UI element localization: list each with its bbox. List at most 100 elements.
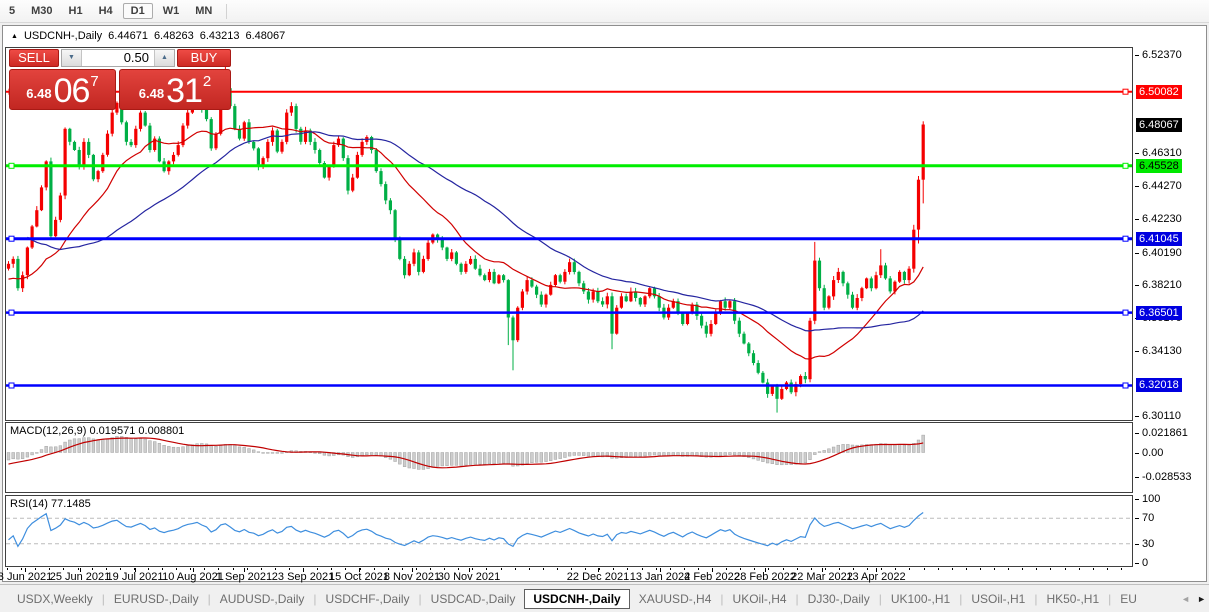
collapse-triangle-icon[interactable]: ▲ (11, 31, 18, 42)
buy-price-box[interactable]: 6.48 31 2 (119, 69, 231, 110)
date-minor-tick (261, 568, 262, 570)
date-minor-tick (162, 568, 163, 570)
date-label: 4 Feb 2022 (684, 571, 740, 583)
rsi-pane: RSI(14) 77.1485 (5, 495, 1133, 567)
date-minor-tick (684, 568, 685, 570)
macd-axis-tick: 0.00 (1135, 446, 1163, 460)
macd-axis-tick: -0.028533 (1135, 470, 1192, 484)
date-minor-tick (1036, 568, 1037, 570)
date-minor-tick (895, 568, 896, 570)
ohlc-close: 6.48067 (245, 30, 285, 42)
date-minor-tick (1065, 568, 1066, 570)
tab-dj30-daily[interactable]: DJ30-,Daily (799, 589, 879, 609)
date-minor-tick (768, 568, 769, 570)
price-chart-pane[interactable]: SELL ▼ 0.50 ▲ BUY 6.48 06 7 6.48 31 2 (5, 47, 1133, 421)
ohlc-low: 6.43213 (200, 30, 240, 42)
tab-uk100-h1[interactable]: UK100-,H1 (882, 589, 959, 609)
date-label: 3 Jun 2021 (0, 571, 52, 583)
date-label: 10 Aug 2021 (162, 571, 224, 583)
date-minor-tick (825, 568, 826, 570)
date-label: 8 Nov 2021 (384, 571, 440, 583)
date-minor-tick (515, 568, 516, 570)
date-minor-tick (247, 568, 248, 570)
tab-ukoil-h4[interactable]: UKOil-,H4 (724, 589, 796, 609)
price-tick: 6.44270 (1135, 179, 1182, 193)
price-tick: 6.34130 (1135, 344, 1182, 358)
date-label: 13 Jan 2022 (630, 571, 691, 583)
volume-decrease-icon[interactable]: ▼ (62, 50, 82, 66)
tab-usdchf-daily[interactable]: USDCHF-,Daily (317, 589, 419, 609)
date-minor-tick (881, 568, 882, 570)
date-minor-tick (148, 568, 149, 570)
date-minor-tick (670, 568, 671, 570)
sell-button[interactable]: SELL (9, 49, 59, 67)
tabs-next-icon[interactable]: ► (1197, 594, 1206, 604)
date-minor-tick (331, 568, 332, 570)
price-badge: 6.36501 (1136, 306, 1182, 320)
date-label: 22 Dec 2021 (567, 571, 629, 583)
tab-hk50-h1[interactable]: HK50-,H1 (1037, 589, 1108, 609)
rsi-axis-tick: 100 (1135, 492, 1160, 506)
date-minor-tick (585, 568, 586, 570)
date-minor-tick (7, 568, 8, 570)
date-minor-tick (1050, 568, 1051, 570)
date-minor-tick (176, 568, 177, 570)
toolbar-separator (226, 4, 227, 19)
volume-increase-icon[interactable]: ▲ (154, 50, 174, 66)
date-minor-tick (994, 568, 995, 570)
date-minor-tick (1079, 568, 1080, 570)
tab-usoil-h1[interactable]: USOil-,H1 (962, 589, 1034, 609)
timeframe-M30[interactable]: M30 (23, 3, 60, 19)
chart-header: ▲ USDCNH-,Daily 6.44671 6.48263 6.43213 … (11, 30, 285, 42)
buy-price-pip: 2 (203, 73, 211, 90)
price-scale: 6.523706.463106.442706.422306.401906.382… (1135, 47, 1207, 583)
date-minor-tick (486, 568, 487, 570)
date-minor-tick (374, 568, 375, 570)
tab-scroll-arrows: ◄ ► (1181, 585, 1206, 612)
tab-usdx-weekly[interactable]: USDX,Weekly (8, 589, 102, 609)
date-minor-tick (613, 568, 614, 570)
date-minor-tick (557, 568, 558, 570)
date-minor-tick (909, 568, 910, 570)
date-minor-tick (529, 568, 530, 570)
timeframe-H4[interactable]: H4 (91, 3, 121, 19)
volume-input[interactable]: 0.50 (82, 50, 154, 66)
tabs-prev-icon[interactable]: ◄ (1181, 594, 1190, 604)
tab-audusd-daily[interactable]: AUDUSD-,Daily (211, 589, 314, 609)
buy-price-prefix: 6.48 (139, 86, 164, 101)
timeframe-MN[interactable]: MN (187, 3, 220, 19)
ohlc-high: 6.48263 (154, 30, 194, 42)
tab-usdcad-daily[interactable]: USDCAD-,Daily (422, 589, 525, 609)
date-label: 22 Mar 2022 (791, 571, 853, 583)
price-badge: 6.50082 (1136, 85, 1182, 99)
date-minor-tick (416, 568, 417, 570)
date-minor-tick (204, 568, 205, 570)
timeframe-H1[interactable]: H1 (61, 3, 91, 19)
timeframe-5[interactable]: 5 (1, 3, 23, 19)
price-tick: 6.40190 (1135, 246, 1182, 260)
tab-usdcnh-daily[interactable]: USDCNH-,Daily (524, 589, 629, 609)
date-minor-tick (360, 568, 361, 570)
buy-button[interactable]: BUY (177, 49, 231, 67)
chart-symbol: USDCNH-,Daily (24, 30, 102, 42)
tab-eu[interactable]: EU (1111, 589, 1146, 609)
date-minor-tick (275, 568, 276, 570)
sell-price-big: 06 (54, 77, 90, 105)
timeframe-D1[interactable]: D1 (123, 3, 153, 19)
date-minor-tick (726, 568, 727, 570)
mt4-terminal: 5M30H1H4D1W1MN ▲ USDCNH-,Daily 6.44671 6… (0, 0, 1209, 612)
tab-xauusd-h4[interactable]: XAUUSD-,H4 (630, 589, 721, 609)
date-minor-tick (698, 568, 699, 570)
date-minor-tick (1107, 568, 1108, 570)
sell-price-box[interactable]: 6.48 06 7 (9, 69, 116, 110)
date-minor-tick (430, 568, 431, 570)
date-label: 13 Apr 2022 (846, 571, 905, 583)
date-minor-tick (627, 568, 628, 570)
date-minor-tick (853, 568, 854, 570)
date-minor-tick (740, 568, 741, 570)
rsi-axis-tick: 30 (1135, 537, 1154, 551)
date-minor-tick (92, 568, 93, 570)
date-minor-tick (938, 568, 939, 570)
tab-eurusd-daily[interactable]: EURUSD-,Daily (105, 589, 208, 609)
timeframe-W1[interactable]: W1 (155, 3, 188, 19)
